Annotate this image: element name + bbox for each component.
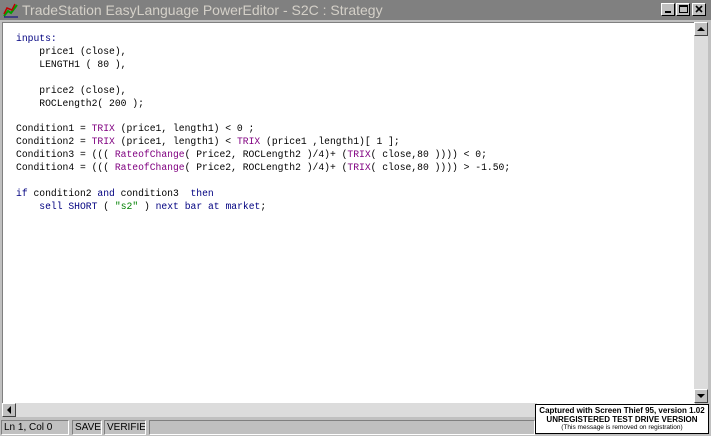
cursor-position: Ln 1, Col 0 — [1, 420, 69, 435]
code-token: RateofChange — [114, 149, 185, 161]
code-text[interactable]: inputs: price1 (close), LENGTH1 ( 80 ), … — [16, 33, 510, 214]
code-token: ROCLength2( 200 ); — [16, 97, 144, 109]
scroll-up-button[interactable] — [694, 22, 708, 36]
status-bar: Ln 1, Col 0 SAVEI VERIFIEI — [0, 419, 535, 436]
minimize-icon — [665, 11, 671, 13]
code-token: ( close,80 )))) > -1.50; — [370, 162, 511, 174]
saved-indicator: SAVEI — [72, 420, 102, 435]
screen-thief-watermark: Captured with Screen Thief 95, version 1… — [535, 404, 709, 434]
code-token: Condition1 = — [16, 123, 92, 135]
code-token: price1 (close), — [16, 45, 127, 57]
code-token: price2 (close), — [16, 84, 127, 96]
code-token: Condition3 = ((( — [16, 149, 115, 161]
close-icon — [695, 5, 703, 13]
arrow-up-icon — [697, 27, 705, 31]
code-line[interactable]: Condition3 = ((( RateofChange( Price2, R… — [16, 149, 510, 162]
window-title: TradeStation EasyLanguage PowerEditor - … — [22, 2, 383, 18]
code-token: "s2" — [114, 200, 139, 212]
code-token: (price1 ,length1)[ 1 ]; — [260, 136, 400, 148]
maximize-icon — [679, 5, 688, 13]
powereditor-window: TradeStation EasyLanguage PowerEditor - … — [0, 0, 711, 436]
code-token: inputs: — [16, 33, 57, 44]
code-token: (price1, length1) < — [114, 136, 237, 148]
tradestation-app-icon — [3, 3, 18, 18]
code-token: (price1, length1) < 0 ; — [114, 123, 255, 135]
title-bar[interactable]: TradeStation EasyLanguage PowerEditor - … — [0, 0, 711, 20]
code-token: condition2 — [27, 187, 98, 199]
code-editor[interactable]: inputs: price1 (close), LENGTH1 ( 80 ), … — [2, 22, 695, 404]
status-message-pane — [149, 420, 535, 435]
code-token: sell — [39, 200, 63, 212]
code-token: TRIX — [347, 162, 371, 174]
verified-indicator: VERIFIEI — [104, 420, 146, 435]
scroll-down-button[interactable] — [694, 389, 708, 403]
close-button[interactable] — [692, 3, 706, 16]
maximize-button[interactable] — [676, 3, 690, 16]
code-line[interactable]: price1 (close), — [16, 46, 510, 59]
code-token: and — [97, 187, 115, 199]
code-line[interactable] — [16, 110, 510, 123]
code-token: at — [207, 200, 220, 212]
code-line[interactable]: LENGTH1 ( 80 ), — [16, 59, 510, 72]
code-token: then — [190, 187, 214, 199]
code-token: Condition2 = — [16, 136, 92, 148]
code-token: LENGTH1 ( 80 ), — [16, 58, 127, 70]
arrow-left-icon — [7, 406, 11, 414]
code-token: condition3 — [114, 187, 191, 199]
code-line[interactable]: Condition1 = TRIX (price1, length1) < 0 … — [16, 123, 510, 136]
code-token: ( — [97, 200, 115, 212]
code-token: TRIX — [347, 149, 371, 161]
arrow-down-icon — [697, 394, 705, 398]
code-token: ( close,80 )))) < 0; — [370, 149, 487, 161]
code-token: Condition4 = ((( — [16, 162, 115, 174]
code-token: if — [16, 187, 28, 199]
watermark-line3: (This message is removed on registration… — [561, 424, 683, 431]
scroll-left-button[interactable] — [2, 403, 16, 417]
minimize-button[interactable] — [661, 3, 675, 16]
code-line[interactable]: inputs: — [16, 33, 510, 46]
code-token: ; — [260, 200, 267, 212]
code-token: market — [225, 200, 261, 212]
code-token: RateofChange — [114, 162, 185, 174]
code-token: TRIX — [236, 136, 261, 148]
code-token: bar — [184, 200, 203, 212]
code-line[interactable]: Condition4 = ((( RateofChange( Price2, R… — [16, 162, 510, 175]
horizontal-scrollbar[interactable] — [2, 403, 537, 417]
code-token: ) — [138, 200, 156, 212]
code-line[interactable]: Condition2 = TRIX (price1, length1) < TR… — [16, 136, 510, 149]
code-line[interactable]: price2 (close), — [16, 85, 510, 98]
code-token: next — [155, 200, 179, 212]
vertical-scrollbar[interactable] — [694, 22, 708, 403]
code-line[interactable] — [16, 72, 510, 85]
code-token: TRIX — [91, 123, 115, 135]
code-line[interactable]: sell SHORT ( "s2" ) next bar at market; — [16, 201, 510, 214]
code-line[interactable] — [16, 175, 510, 188]
code-token: SHORT — [68, 200, 98, 212]
code-token: ( Price2, ROCLength2 )/4)+ ( — [184, 162, 348, 174]
code-line[interactable]: if condition2 and condition3 then — [16, 188, 510, 201]
code-token: TRIX — [91, 136, 115, 148]
watermark-line1: Captured with Screen Thief 95, version 1… — [539, 406, 705, 415]
watermark-line2: UNREGISTERED TEST DRIVE VERSION — [546, 415, 698, 424]
code-line[interactable]: ROCLength2( 200 ); — [16, 98, 510, 111]
code-token: ( Price2, ROCLength2 )/4)+ ( — [184, 149, 348, 161]
